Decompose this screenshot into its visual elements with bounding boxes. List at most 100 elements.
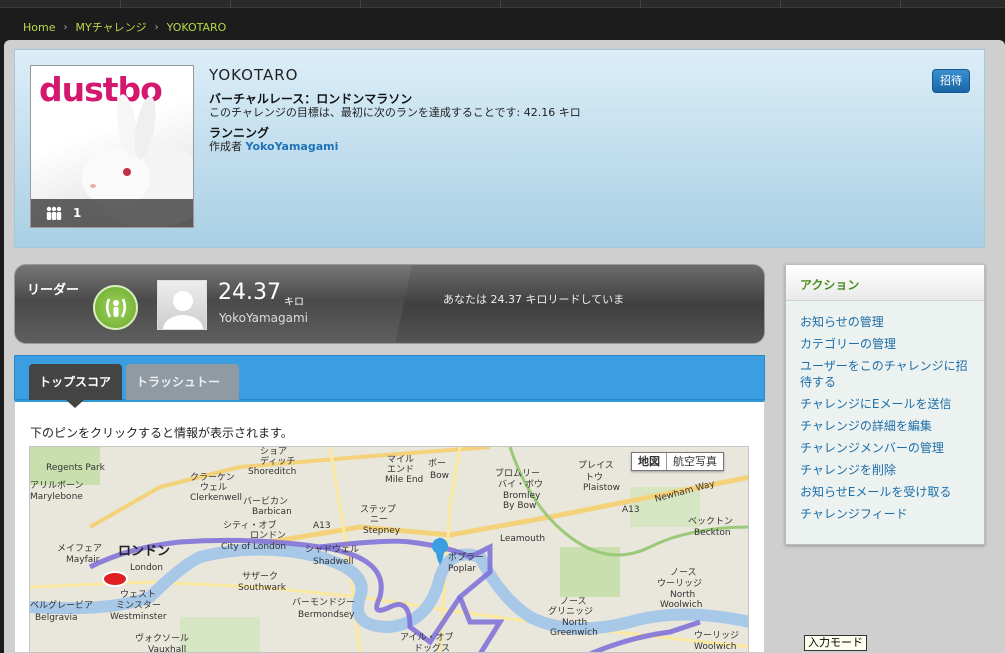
map-road-label: A13 [313,521,331,531]
map-type-satellite-button[interactable]: 航空写真 [667,453,723,470]
map-label: Woolwich [694,642,737,652]
map-label: By Bow [503,501,537,511]
map-label: ニー [370,515,389,525]
breadcrumb-my-challenge[interactable]: MYチャレンジ [75,19,146,35]
map-label: ウーリッジ [694,631,740,641]
action-delete-challenge[interactable]: チャレンジを削除 [800,462,972,478]
map-label: Poplar [448,564,477,574]
map-label: ショア [260,447,288,457]
top-strip [0,0,1005,8]
route-map[interactable]: Regents Park アリルボーン Marylebone クラーケン ウェル… [29,446,749,653]
map-label: Plaistow [583,483,621,493]
map-label: Stepney [363,526,401,536]
map-label: North [670,590,696,600]
map-label: Barbican [252,507,292,517]
map-label: Leamouth [500,534,546,544]
map-label: アイル・オブ [400,633,454,643]
leader-name[interactable]: YokoYamagami [219,311,308,325]
actions-list: お知らせの管理 カテゴリーの管理 ユーザーをこのチャレンジに招待する チャレンジ… [786,301,984,522]
map-type-map-button[interactable]: 地図 [632,453,667,470]
action-invite-users[interactable]: ユーザーをこのチャレンジに招待する [800,358,972,390]
challenge-title: YOKOTARO [209,66,299,84]
map-label: Westminster [110,612,167,622]
action-challenge-feed[interactable]: チャレンジフィード [800,506,972,522]
tab-top-score[interactable]: トップスコア [29,364,122,401]
action-manage-members[interactable]: チャレンジメンバーの管理 [800,440,972,456]
tab-trash-talk[interactable]: トラッシュトーク [126,364,239,426]
action-manage-categories[interactable]: カテゴリーの管理 [800,336,972,352]
map-label: ミンスター [116,601,161,611]
challenge-description: このチャレンジの目標は、最初に次のランを達成することです: 42.16 キロ [209,106,581,119]
breadcrumb: Home › MYチャレンジ › YOKOTARO [23,19,226,35]
map-label: ベックトン [688,517,734,527]
default-avatar-icon [163,291,203,329]
map-label: プレイス [578,461,614,471]
action-receive-email[interactable]: お知らせEメールを受け取る [800,484,972,500]
leader-avatar[interactable] [157,280,207,330]
author-prefix: 作成者 [209,140,242,153]
breadcrumb-separator: › [154,21,159,33]
laurel-icon [105,297,126,318]
action-edit-details[interactable]: チャレンジの詳細を編集 [800,418,972,434]
map-label: ベルグレービア [30,601,94,611]
map-label: ポプラー [448,553,485,563]
breadcrumb-current[interactable]: YOKOTARO [167,21,227,34]
map-label: グリニッジ [548,607,594,617]
map-pin-head[interactable] [432,538,448,554]
map-label: ロンドン [250,531,287,541]
map-label: ボー [428,459,447,469]
map-label: バーモンドジー [292,598,356,608]
map-label: Southwark [238,583,286,593]
actions-sidebar: アクション お知らせの管理 カテゴリーの管理 ユーザーをこのチャレンジに招待する… [785,264,985,545]
map-label: バイ・ボウ [498,480,544,490]
map-label: Marylebone [30,492,83,502]
map-label: アリルボーン [30,481,84,491]
map-label: シティ・オブ [223,521,277,531]
map-label: エンド [387,465,415,475]
map-label: サザーク [242,572,279,582]
map-label: ディッチ [260,457,296,467]
action-email-challenge[interactable]: チャレンジにEメールを送信 [800,396,972,412]
action-manage-announcements[interactable]: お知らせの管理 [800,314,972,330]
map-label: ノース [560,597,587,607]
leader-score: 24.37 [218,280,281,305]
map-label: ステップ [360,505,397,515]
actions-title: アクション [786,265,984,301]
map-label: バービカン [243,497,289,507]
breadcrumb-home[interactable]: Home [23,21,55,34]
map-type-control: 地図 航空写真 [631,452,724,471]
leader-badge-icon [93,285,138,330]
map-label: トウ [585,473,604,483]
map-label: メイフェア [57,544,103,554]
map-label: Woolwich [660,600,703,610]
map-label: Shoreditch [248,467,297,477]
map-label: Vauxhall [148,645,187,653]
map-label: クラーケン [190,473,235,483]
map-label: シャドウェル [305,545,360,555]
map-label: ドッグス [414,644,451,653]
map-label: ウェスト [120,590,157,600]
member-count-bar: 1 [31,199,193,227]
map-label: Greenwich [550,628,598,638]
map-label: City of London [221,542,287,552]
map-label: マイル [387,455,415,465]
active-tab-pointer [66,400,84,408]
challenge-cover-image[interactable]: dustbo 1 [30,65,194,228]
leader-score-unit: キロ [284,297,304,308]
map-label: Regents Park [46,463,105,473]
start-marker-icon[interactable] [102,571,128,587]
map-label: Shadwell [313,557,354,567]
map-label: ノース [670,568,697,578]
member-count: 1 [73,206,82,220]
map-label-city: ロンドン [118,544,171,559]
members-icon [46,206,62,220]
lead-status-text: あなたは 24.37 キロリードしていま [443,293,625,306]
map-label: Mayfair [66,555,100,565]
invite-button[interactable]: 招待 [932,69,970,93]
map-label: London [130,563,163,573]
author-link[interactable]: YokoYamagami [246,140,339,153]
tab-bar: トップスコア トラッシュトーク [14,355,765,426]
map-label: Belgravia [35,613,78,623]
map-label: ウーリッジ [657,579,703,589]
map-label: Bow [430,471,450,481]
